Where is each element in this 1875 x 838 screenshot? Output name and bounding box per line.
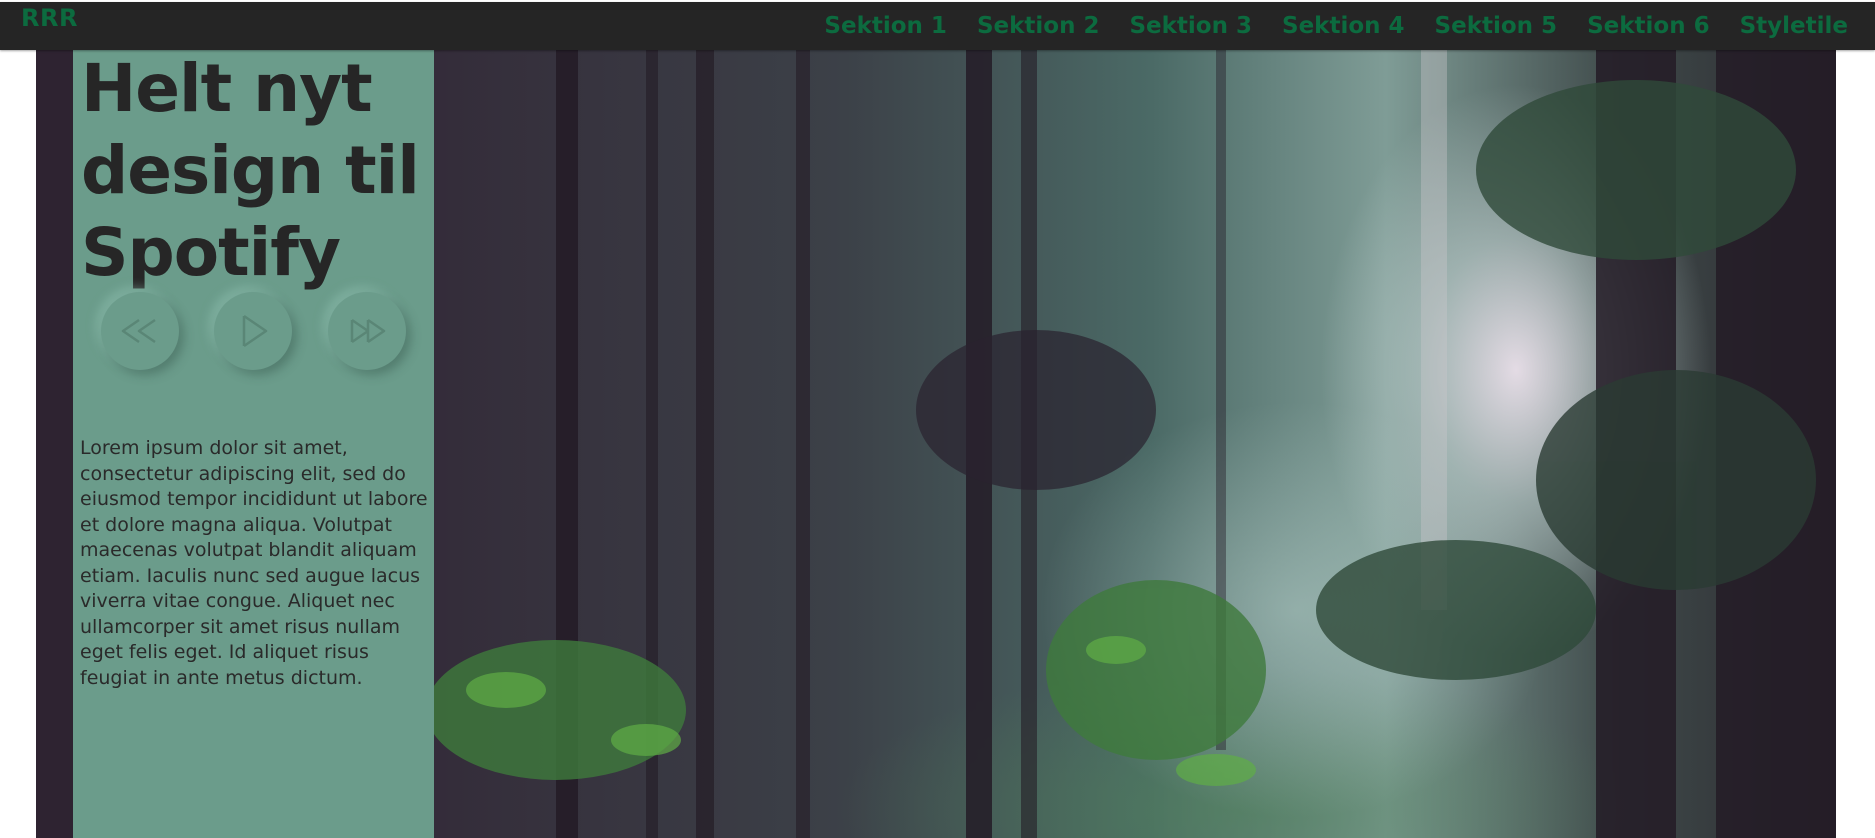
nav-item-sektion-5[interactable]: Sektion 5 [1435,13,1558,39]
hero-headline: Helt nyt design til Spotify [81,50,420,291]
nav-item-styletile[interactable]: Styletile [1740,13,1848,39]
site-logo[interactable]: RRR [21,4,78,32]
main-nav: Sektion 1 Sektion 2 Sektion 3 Sektion 4 … [824,13,1848,39]
fast-forward-icon [350,318,386,344]
nav-item-sektion-4[interactable]: Sektion 4 [1282,13,1405,39]
nav-item-sektion-3[interactable]: Sektion 3 [1129,13,1252,39]
rewind-icon [121,318,156,344]
right-page-margin [1836,50,1875,838]
hero-body-text: Lorem ipsum dolor sit amet, consectetur … [80,437,428,689]
left-dark-edge [36,50,73,838]
nav-item-sektion-6[interactable]: Sektion 6 [1587,13,1710,39]
rewind-button[interactable] [101,292,179,370]
play-button[interactable] [214,292,292,370]
top-navigation-bar: RRR Sektion 1 Sektion 2 Sektion 3 Sektio… [0,2,1875,50]
fast-forward-button[interactable] [328,292,406,370]
play-icon [242,314,268,348]
nav-item-sektion-2[interactable]: Sektion 2 [977,13,1100,39]
nav-item-sektion-1[interactable]: Sektion 1 [824,13,947,39]
